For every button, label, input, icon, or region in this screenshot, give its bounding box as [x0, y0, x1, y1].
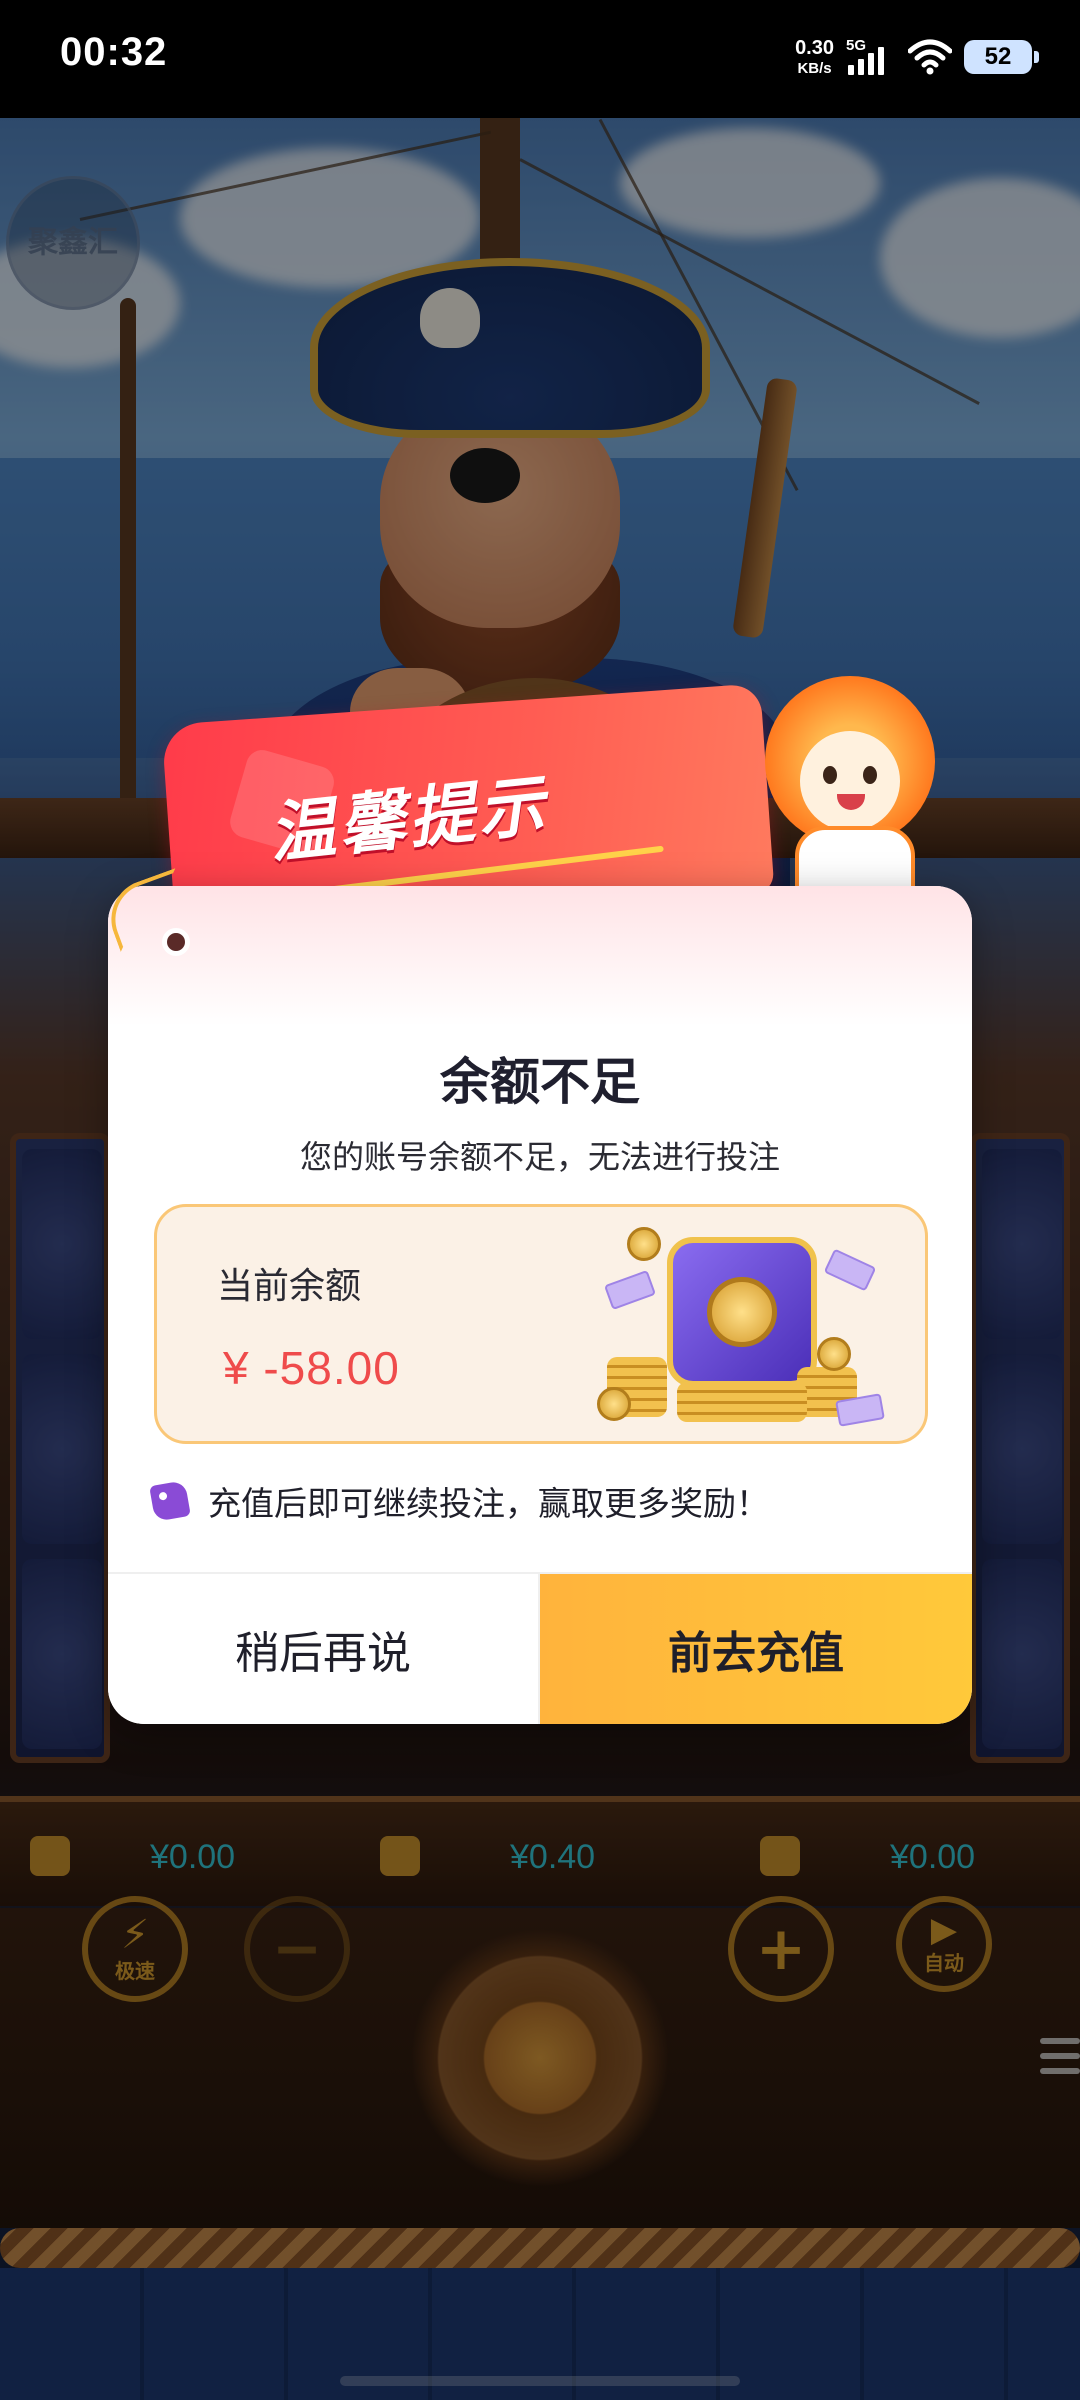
battery-icon: 52	[964, 40, 1039, 74]
later-button[interactable]: 稍后再说	[108, 1574, 540, 1724]
insufficient-balance-dialog: 余额不足 您的账号余额不足，无法进行投注 当前余额 ¥ -58.00 充值后即可…	[108, 886, 972, 1724]
balance-value: ¥ -58.00	[223, 1342, 400, 1394]
tip-row: 充值后即可继续投注，赢取更多奖励！	[149, 1476, 769, 1526]
wifi-icon	[908, 39, 952, 75]
status-time: 00:32	[60, 30, 168, 74]
cellular-signal-icon: 5G	[846, 37, 896, 77]
tag-hole	[162, 928, 190, 956]
network-type: 5G	[846, 37, 867, 54]
safe-icon	[587, 1217, 885, 1432]
status-icons: 0.30 KB/s 5G 52	[795, 32, 1039, 82]
lion-mascot	[755, 676, 945, 896]
tip-text: 充值后即可继续投注，赢取更多奖励！	[208, 1484, 769, 1523]
network-speed-unit: KB/s	[797, 60, 832, 77]
tag-icon	[149, 1480, 191, 1522]
status-bar: 00:32 0.30 KB/s 5G 52	[0, 0, 1080, 118]
battery-level: 52	[984, 43, 1012, 70]
balance-card: 当前余额 ¥ -58.00	[154, 1204, 928, 1444]
network-speed: 0.30 KB/s	[795, 38, 834, 76]
balance-label: 当前余额	[217, 1266, 362, 1307]
recharge-button[interactable]: 前去充值	[540, 1574, 972, 1724]
dialog-subtitle: 您的账号余额不足，无法进行投注	[299, 1138, 780, 1176]
dialog-actions: 稍后再说 前去充值	[108, 1572, 972, 1724]
network-speed-value: 0.30	[795, 37, 834, 59]
dialog-title: 余额不足	[440, 1053, 640, 1111]
